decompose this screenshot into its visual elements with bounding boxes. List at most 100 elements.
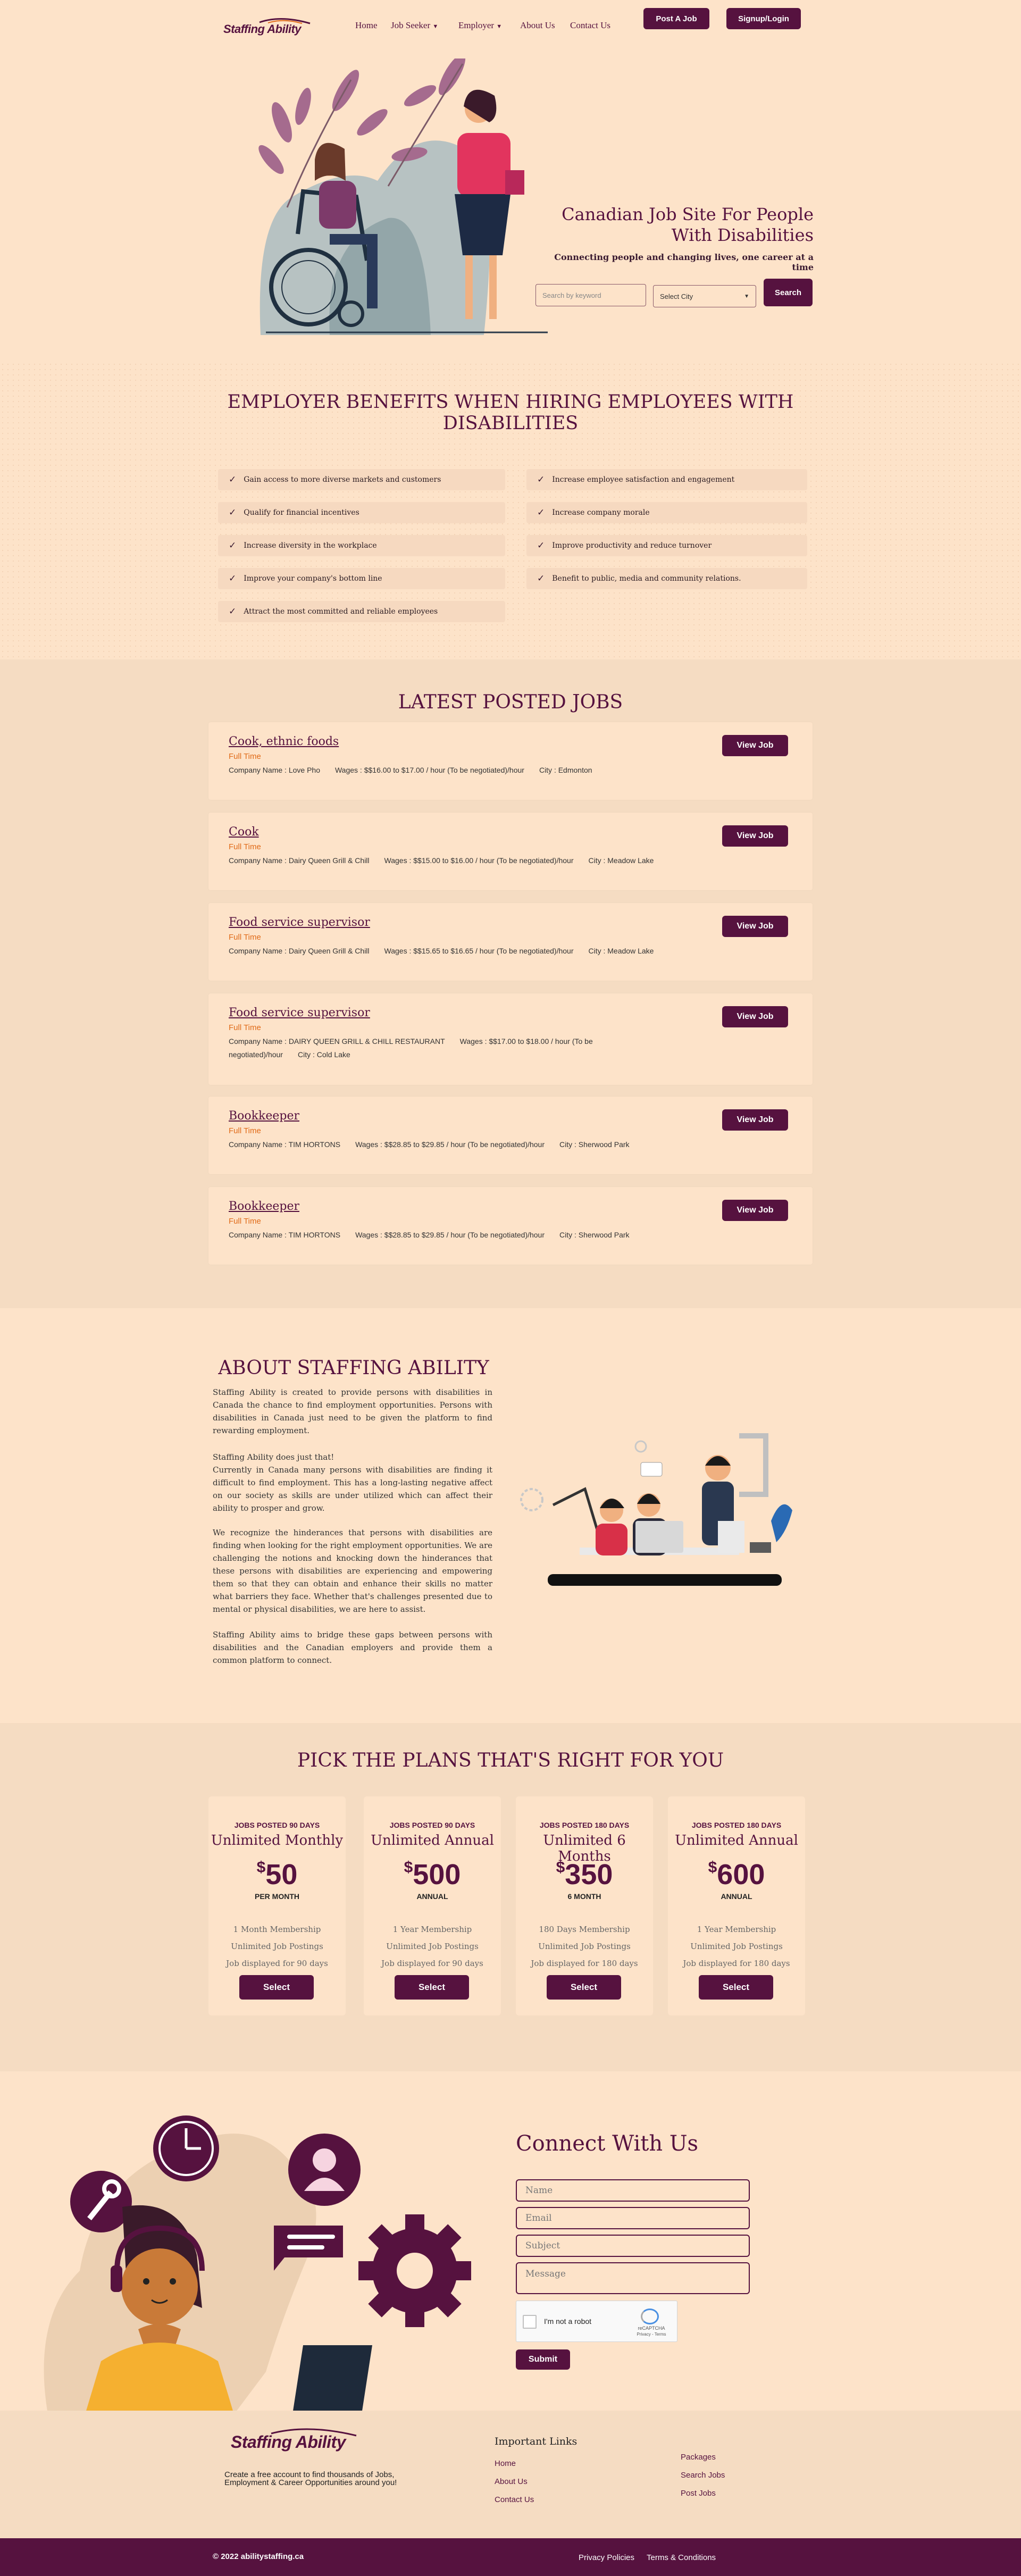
plan-feature: 1 Year Membership — [392, 1925, 472, 1934]
privacy-link[interactable]: Privacy Policies — [579, 2553, 634, 2562]
benefit-item: ✓ Attract the most committed and reliable… — [218, 601, 505, 622]
benefit-text: Gain access to more diverse markets and … — [244, 475, 441, 484]
about-lead: Staffing Ability does just that! — [213, 1452, 334, 1462]
footer-link[interactable]: Packages — [681, 2453, 716, 2462]
nav-contact[interactable]: Contact Us — [570, 20, 610, 31]
job-meta: Company Name : Dairy Queen Grill & Chill… — [229, 944, 668, 958]
plan-price: $350 — [516, 1858, 653, 1891]
job-meta: Company Name : Love Pho Wages : $$16.00 t… — [229, 764, 607, 777]
plan-price: $600 — [668, 1858, 805, 1891]
footer-logo[interactable]: Staffing Ability — [229, 2425, 367, 2452]
recaptcha-widget: I'm not a robot reCAPTCHA Privacy - Term… — [516, 2301, 677, 2342]
plan-feature: 1 Month Membership — [233, 1925, 321, 1934]
plan-currency: $ — [556, 1859, 565, 1876]
jobs-title: LATEST POSTED JOBS — [398, 691, 623, 713]
job-card: Bookkeeper Full Time Company Name : TIM HO… — [208, 1187, 813, 1265]
job-company: Company Name : Dairy Queen Grill & Chill — [229, 856, 370, 865]
job-company: Company Name : DAIRY QUEEN GRILL & CHILL… — [229, 1037, 445, 1046]
select-plan-button[interactable]: Select — [395, 1975, 469, 2000]
job-card: Food service supervisor Full Time Company … — [208, 903, 813, 981]
hero-subtitle: Connecting people and changing lives, on… — [554, 252, 814, 272]
plan-feature: Job displayed for 180 days — [683, 1959, 790, 1968]
post-job-button[interactable]: Post A Job — [643, 8, 709, 29]
job-meta: Company Name : TIM HORTONS Wages : $$28.8… — [229, 1228, 645, 1242]
footer-logo-text: Staffing Ability — [231, 2432, 346, 2452]
job-type: Full Time — [229, 752, 261, 761]
message-textarea[interactable]: Message — [516, 2262, 750, 2294]
job-title-link[interactable]: Bookkeeper — [229, 1109, 299, 1123]
subject-input[interactable]: Subject — [516, 2235, 750, 2257]
benefit-text: Improve productivity and reduce turnover — [552, 541, 712, 550]
plans-section — [0, 1723, 1021, 2071]
job-title-link[interactable]: Food service supervisor — [229, 916, 370, 929]
job-type: Full Time — [229, 842, 261, 851]
header: Staffing Ability Home Job Seeker ▼ Emplo… — [0, 0, 1021, 53]
plan-currency: $ — [708, 1859, 717, 1876]
signup-login-button[interactable]: Signup/Login — [726, 8, 801, 29]
plan-feature: Job displayed for 90 days — [226, 1959, 328, 1968]
view-job-button[interactable]: View Job — [722, 1006, 788, 1027]
terms-link[interactable]: Terms & Conditions — [647, 2553, 716, 2562]
plan-card: JOBS POSTED 90 DAYS Unlimited Annual $500 A… — [364, 1796, 501, 2015]
benefit-item: ✓ Increase employee satisfaction and enga… — [526, 469, 807, 490]
job-type: Full Time — [229, 1217, 261, 1226]
job-city: City : Meadow Lake — [588, 856, 654, 865]
select-plan-button[interactable]: Select — [699, 1975, 773, 2000]
about-paragraph: Staffing Ability does just that! Current… — [213, 1451, 492, 1515]
plan-feature: 1 Year Membership — [697, 1925, 776, 1934]
plan-name: Unlimited Monthly — [211, 1833, 344, 1849]
footer-link[interactable]: Contact Us — [495, 2495, 534, 2504]
plan-feature: Unlimited Job Postings — [538, 1942, 631, 1951]
plan-tag: JOBS POSTED 90 DAYS — [234, 1821, 320, 1829]
keyword-search-input[interactable]: Search by keyword — [535, 284, 646, 306]
search-button[interactable]: Search — [764, 279, 813, 306]
email-input[interactable]: Email — [516, 2207, 750, 2229]
plan-feature: Unlimited Job Postings — [386, 1942, 479, 1951]
contact-illustration — [44, 2115, 471, 2414]
brand-logo[interactable]: Staffing Ability — [222, 15, 318, 41]
benefit-text: Increase employee satisfaction and engag… — [552, 475, 735, 484]
job-type: Full Time — [229, 1023, 261, 1032]
benefit-text: Increase company morale — [552, 508, 650, 517]
recaptcha-checkbox[interactable] — [523, 2315, 537, 2329]
job-title-link[interactable]: Bookkeeper — [229, 1200, 299, 1213]
plan-feature: Job displayed for 180 days — [531, 1959, 638, 1968]
view-job-button[interactable]: View Job — [722, 735, 788, 756]
name-input[interactable]: Name — [516, 2179, 750, 2202]
plan-feature: 180 Days Membership — [539, 1925, 630, 1934]
nav-employer[interactable]: Employer ▼ — [458, 20, 502, 31]
plan-name: Unlimited Annual — [675, 1833, 798, 1849]
view-job-button[interactable]: View Job — [722, 1109, 788, 1131]
view-job-button[interactable]: View Job — [722, 916, 788, 937]
about-paragraph: We recognize the hinderances that person… — [213, 1528, 492, 1614]
footer-link[interactable]: Post Jobs — [681, 2489, 716, 2498]
select-plan-button[interactable]: Select — [239, 1975, 314, 2000]
footer-link[interactable]: Search Jobs — [681, 2471, 725, 2480]
city-select-value: Select City — [660, 292, 693, 300]
footer-link[interactable]: Home — [495, 2459, 516, 2468]
view-job-button[interactable]: View Job — [722, 825, 788, 847]
job-city: City : Sherwood Park — [559, 1231, 630, 1239]
benefit-text: Attract the most committed and reliable … — [244, 607, 438, 616]
benefits-title: EMPLOYER BENEFITS WHEN HIRING EMPLOYEES … — [227, 391, 794, 434]
city-select[interactable]: Select City ▼ — [653, 285, 756, 307]
job-title-link[interactable]: Cook — [229, 825, 259, 839]
hero-title-line2: With Disabilities — [671, 225, 814, 245]
job-card: Cook Full Time Company Name : Dairy Queen … — [208, 813, 813, 890]
view-job-button[interactable]: View Job — [722, 1200, 788, 1221]
job-title-link[interactable]: Cook, ethnic foods — [229, 735, 339, 748]
submit-button[interactable]: Submit — [516, 2349, 570, 2370]
plan-period: ANNUAL — [721, 1892, 752, 1901]
nav-about[interactable]: About Us — [520, 20, 555, 31]
nav-job-seeker[interactable]: Job Seeker ▼ — [391, 20, 438, 31]
plan-features: 180 Days Membership Unlimited Job Posting… — [516, 1921, 653, 1972]
select-plan-button[interactable]: Select — [547, 1975, 621, 2000]
nav-home[interactable]: Home — [355, 20, 378, 31]
job-company: Company Name : Dairy Queen Grill & Chill — [229, 947, 370, 955]
job-title-link[interactable]: Food service supervisor — [229, 1006, 370, 1019]
plan-price: $50 — [208, 1858, 346, 1891]
benefit-item: ✓ Increase diversity in the workplace — [218, 535, 505, 556]
footer-link[interactable]: About Us — [495, 2477, 528, 2486]
plan-amount: 500 — [413, 1859, 461, 1891]
recaptcha-brand: reCAPTCHA — [638, 2326, 665, 2331]
